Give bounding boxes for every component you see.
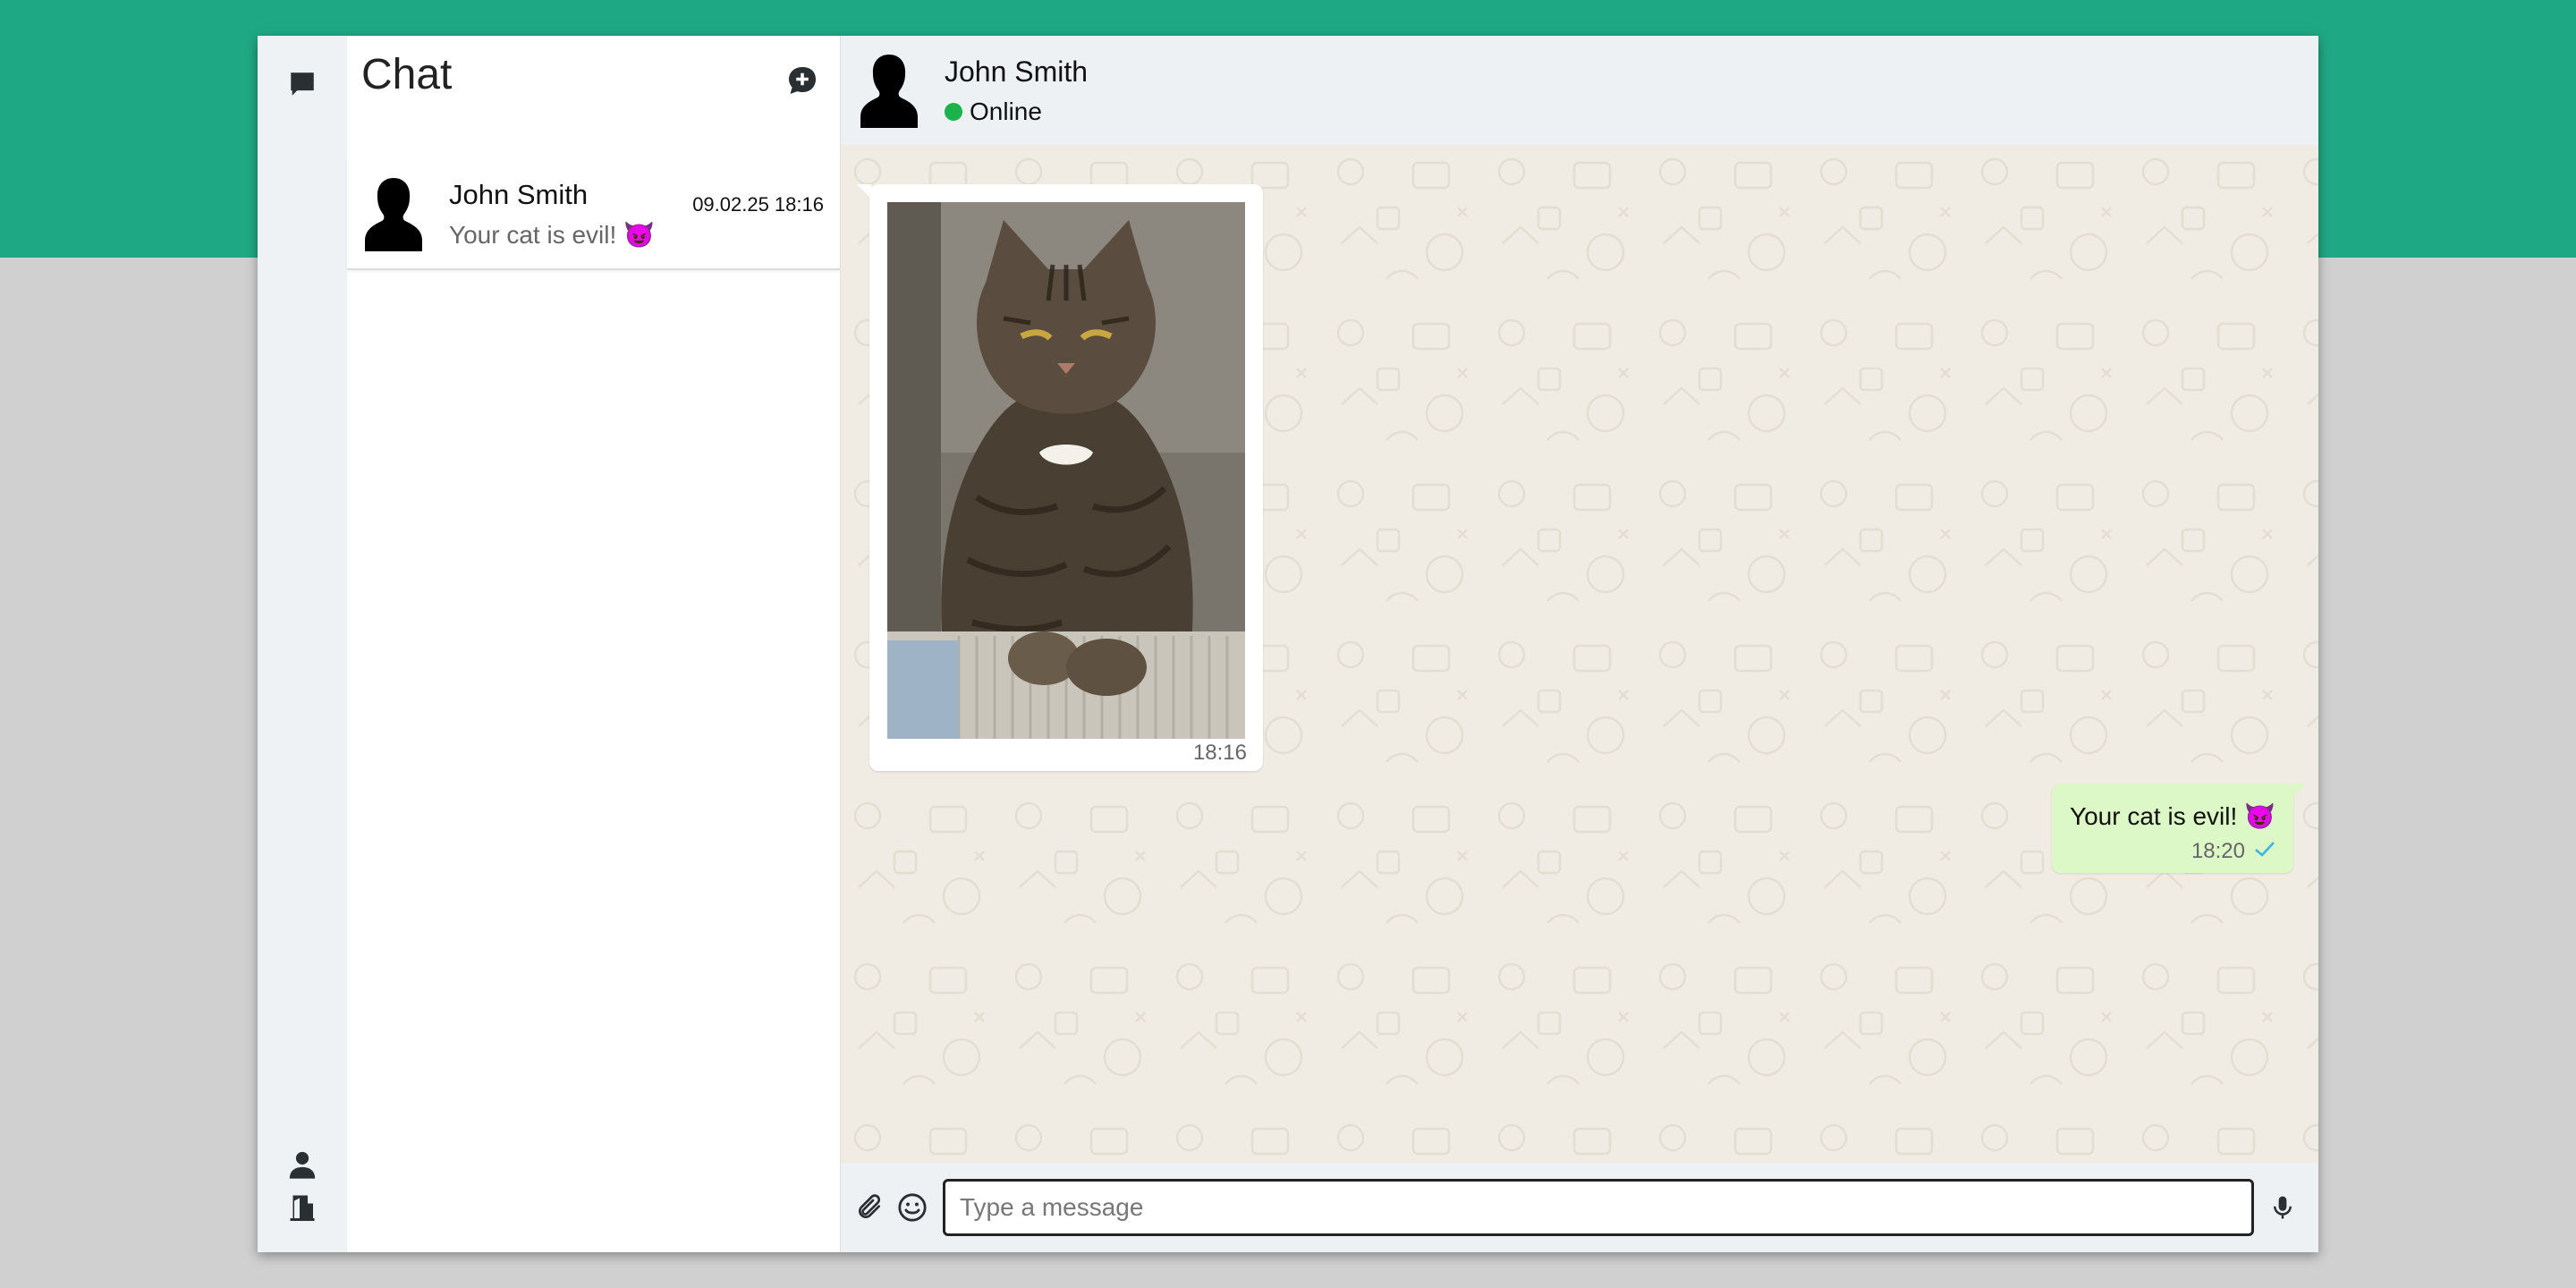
- chat-app-window: Chat John Smith Your cat is evil! 😈 09.0…: [258, 36, 2318, 1252]
- chat-last-message: Your cat is evil! 😈: [449, 220, 655, 249]
- message-composer: [841, 1163, 2318, 1252]
- message-area[interactable]: 18:16 Your cat is evil! 😈 18:20: [841, 145, 2318, 1163]
- conversation-panel: John Smith Online 18:16 Your cat is evil…: [841, 36, 2318, 1252]
- paperclip-icon[interactable]: [852, 1190, 887, 1225]
- chat-bubble-icon[interactable]: [284, 66, 320, 102]
- avatar: [365, 176, 422, 251]
- check-icon: [2254, 839, 2275, 864]
- chat-list-item[interactable]: John Smith Your cat is evil! 😈 09.02.25 …: [347, 159, 840, 270]
- avatar[interactable]: [860, 53, 918, 128]
- conversation-header: John Smith Online: [841, 36, 2318, 145]
- status-text: Online: [970, 97, 1042, 125]
- cat-photo[interactable]: [887, 202, 1245, 739]
- chat-list-sidebar: Chat John Smith Your cat is evil! 😈 09.0…: [347, 36, 841, 1252]
- logout-door-icon[interactable]: [284, 1190, 320, 1225]
- nav-rail: [258, 36, 347, 1252]
- sidebar-title: Chat: [361, 51, 453, 98]
- message-meta: 18:20: [2191, 839, 2275, 864]
- contact-name: John Smith: [945, 55, 1089, 88]
- new-chat-icon[interactable]: [786, 64, 822, 100]
- chat-timestamp: 09.02.25 18:16: [692, 193, 824, 216]
- message-time: 18:20: [2190, 839, 2245, 863]
- message-input[interactable]: [943, 1179, 2254, 1236]
- emoji-icon[interactable]: [894, 1190, 930, 1225]
- online-dot-icon: [945, 102, 962, 121]
- outgoing-text-message[interactable]: Your cat is evil! 😈 18:20: [2052, 784, 2306, 873]
- presence-status: Online: [945, 97, 1088, 126]
- message-time: 18:16: [1192, 741, 1247, 765]
- sidebar-header: Chat: [347, 36, 840, 159]
- microphone-icon[interactable]: [2265, 1190, 2301, 1225]
- incoming-image-message[interactable]: 18:16: [857, 184, 1263, 771]
- message-text: Your cat is evil! 😈: [2070, 802, 2275, 830]
- person-icon[interactable]: [284, 1147, 320, 1182]
